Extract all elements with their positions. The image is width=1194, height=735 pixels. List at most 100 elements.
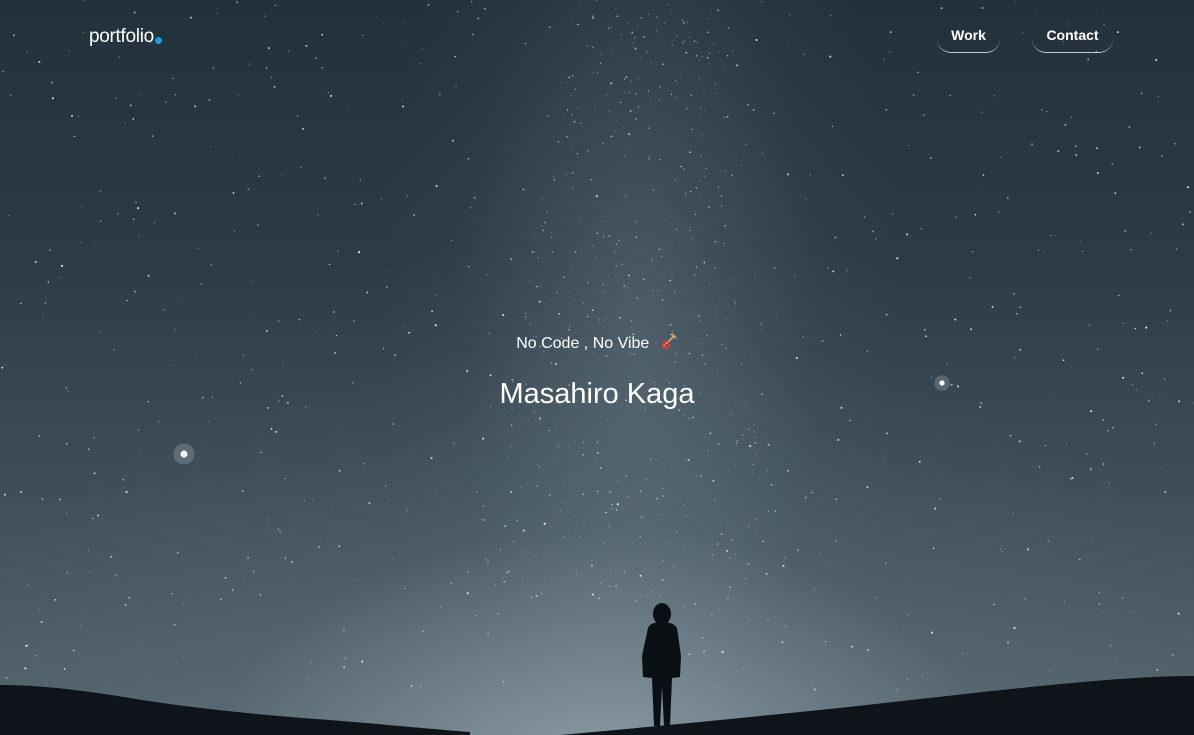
star xyxy=(748,428,750,430)
star xyxy=(573,516,575,518)
contact-nav-button[interactable]: Contact xyxy=(1032,20,1113,53)
star xyxy=(38,435,41,438)
star xyxy=(525,318,527,321)
star xyxy=(745,143,748,146)
star xyxy=(949,94,951,97)
star xyxy=(403,326,405,328)
star xyxy=(939,498,942,500)
star xyxy=(920,228,923,230)
star xyxy=(258,175,260,177)
star xyxy=(505,576,507,578)
star xyxy=(700,461,702,463)
star xyxy=(669,279,672,282)
star xyxy=(87,550,89,552)
star xyxy=(506,457,509,459)
star xyxy=(1138,146,1141,149)
star xyxy=(389,270,391,272)
star xyxy=(595,257,598,259)
star xyxy=(624,536,626,537)
star xyxy=(672,566,675,569)
star xyxy=(809,174,811,176)
star xyxy=(210,263,213,266)
star xyxy=(611,533,612,535)
star xyxy=(783,556,786,559)
star xyxy=(505,571,508,574)
star xyxy=(1075,154,1078,157)
star xyxy=(991,305,994,309)
star xyxy=(661,256,663,258)
star xyxy=(659,86,661,88)
star xyxy=(702,482,704,484)
star xyxy=(695,266,698,268)
star xyxy=(629,134,632,136)
star xyxy=(1021,441,1023,442)
star xyxy=(1051,235,1052,237)
star xyxy=(73,135,76,138)
star xyxy=(676,228,678,231)
star xyxy=(536,285,538,288)
star xyxy=(559,510,561,512)
star xyxy=(628,133,631,136)
star xyxy=(758,477,760,479)
star xyxy=(602,236,604,238)
star xyxy=(135,201,137,204)
star xyxy=(567,291,569,293)
star xyxy=(727,424,729,426)
logo[interactable]: portfolio xyxy=(89,26,162,48)
star xyxy=(489,374,492,377)
star xyxy=(729,586,732,588)
star xyxy=(723,466,725,468)
star xyxy=(796,549,799,552)
star xyxy=(762,506,764,508)
star xyxy=(753,430,755,433)
star xyxy=(110,555,112,558)
star xyxy=(615,509,618,511)
star xyxy=(65,442,68,445)
star xyxy=(969,276,971,279)
star xyxy=(487,562,489,564)
star xyxy=(609,491,611,494)
star xyxy=(1079,241,1081,243)
star xyxy=(594,104,596,106)
star xyxy=(386,286,388,288)
star xyxy=(522,580,523,582)
star xyxy=(724,225,727,227)
star xyxy=(300,166,302,169)
star xyxy=(129,104,132,107)
star xyxy=(596,220,597,221)
star xyxy=(66,572,68,574)
star xyxy=(573,499,575,501)
star xyxy=(676,531,678,533)
star xyxy=(700,475,702,477)
star xyxy=(494,583,497,586)
star xyxy=(303,500,305,502)
star xyxy=(1071,116,1072,118)
star xyxy=(302,128,304,130)
star xyxy=(607,317,609,319)
star xyxy=(1157,95,1159,97)
star xyxy=(1176,248,1178,250)
star xyxy=(595,195,598,198)
star xyxy=(712,302,714,304)
star xyxy=(568,326,571,328)
star xyxy=(699,180,701,182)
star xyxy=(932,547,935,550)
star xyxy=(1047,540,1049,542)
star xyxy=(360,202,363,205)
star xyxy=(906,233,909,236)
star xyxy=(125,122,126,124)
star xyxy=(761,369,763,370)
star xyxy=(619,101,622,104)
star xyxy=(328,277,330,279)
star xyxy=(564,115,566,117)
work-nav-button[interactable]: Work xyxy=(937,20,1000,53)
star xyxy=(841,174,844,176)
star xyxy=(70,114,74,117)
star xyxy=(531,251,534,254)
star xyxy=(701,135,703,137)
star xyxy=(747,562,750,565)
star xyxy=(3,493,7,496)
star xyxy=(555,363,558,366)
star xyxy=(574,251,577,254)
star xyxy=(125,491,128,494)
